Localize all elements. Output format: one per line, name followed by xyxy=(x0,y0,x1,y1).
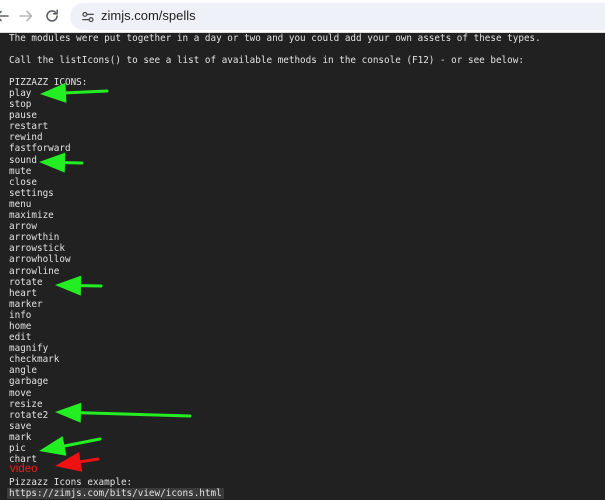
browser-toolbar: zimjs.com/spells xyxy=(0,0,605,33)
icon-list-item-rotate: rotate xyxy=(9,276,43,288)
icon-list-item-close: close xyxy=(9,176,37,188)
icon-list: play stop pause restart rewind fastforward sou… xyxy=(9,88,71,465)
icon-list-item-angle: angle xyxy=(9,365,37,377)
icon-list-item-arrowthin: arrowthin xyxy=(9,232,60,244)
icon-list-item-save: save xyxy=(9,420,32,432)
intro-line: The modules were put together in a day o… xyxy=(9,33,541,44)
icon-list-item-maximize: maximize xyxy=(9,210,54,222)
page-content: The modules were put together in a day o… xyxy=(0,33,605,500)
icon-list-item-mark: mark xyxy=(9,431,32,443)
address-bar[interactable]: zimjs.com/spells xyxy=(70,3,605,30)
icon-list-item-marker: marker xyxy=(9,298,43,310)
icon-list-item-info: info xyxy=(9,309,32,321)
icon-list-item-stop: stop xyxy=(9,99,32,111)
icon-list-item-restart: restart xyxy=(9,121,49,133)
icon-list-item-move: move xyxy=(9,387,32,399)
icon-list-item-edit: edit xyxy=(9,332,32,344)
icon-list-item-rewind: rewind xyxy=(9,132,43,144)
icon-list-item-menu: menu xyxy=(9,198,32,210)
reload-icon xyxy=(46,9,58,22)
tune-icon xyxy=(82,11,94,23)
icon-list-item-arrow: arrow xyxy=(9,221,37,233)
icon-list-item-magnify: magnify xyxy=(9,343,49,355)
icon-list-item-pic: pic xyxy=(9,443,26,454)
icon-list-item-arrowhollow: arrowhollow xyxy=(9,254,71,266)
icon-list-item-arrowstick: arrowstick xyxy=(9,243,65,255)
forward-button[interactable] xyxy=(16,6,36,26)
call-line: Call the listIcons() to see a list of av… xyxy=(9,55,524,66)
url-text[interactable]: zimjs.com/spells xyxy=(101,8,196,23)
icon-list-item-pause: pause xyxy=(9,110,37,122)
icon-list-item-fastforward: fastforward xyxy=(9,143,71,155)
icon-list-item-garbage: garbage xyxy=(9,376,49,388)
arrow-left-icon xyxy=(0,10,9,22)
reload-button[interactable] xyxy=(42,6,62,26)
icon-list-item-play: play xyxy=(9,88,32,99)
icon-list-item-arrowline: arrowline xyxy=(9,265,60,277)
icon-list-item-sound: sound xyxy=(9,154,37,166)
icon-list-item-checkmark: checkmark xyxy=(9,354,60,366)
back-button[interactable] xyxy=(0,6,12,26)
annotation-video-label: video xyxy=(10,463,38,475)
icon-list-item-settings: settings xyxy=(9,187,54,199)
icon-list-item-mute: mute xyxy=(9,165,32,177)
icons-heading: PIZZAZZ ICONS: xyxy=(9,77,88,88)
icon-list-item-heart: heart xyxy=(9,287,37,299)
site-info-button[interactable] xyxy=(80,9,96,25)
example-link[interactable]: https://zimjs.com/bits/view/icons.html xyxy=(7,488,224,499)
icon-list-item-rotate2: rotate2 xyxy=(9,409,49,421)
icon-list-item-resize: resize xyxy=(9,398,43,410)
example-label: Pizzazz Icons example: xyxy=(9,477,133,488)
icon-list-item-home: home xyxy=(9,320,32,332)
arrow-right-icon xyxy=(19,10,33,22)
